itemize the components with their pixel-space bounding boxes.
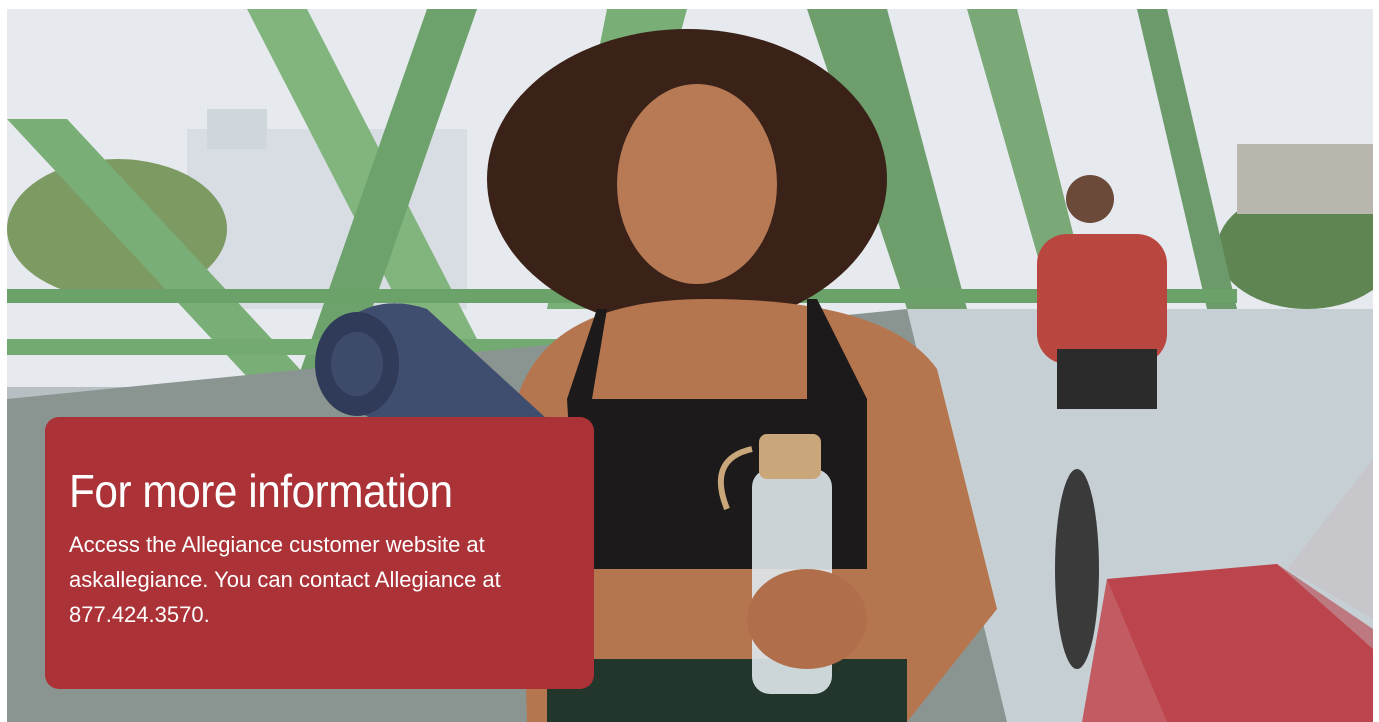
info-card-body: Access the Allegiance customer website a… xyxy=(69,532,501,627)
info-card-title: For more information xyxy=(69,465,453,517)
hero-photo: For more information Access the Allegian… xyxy=(7,9,1373,722)
info-card: For more information Access the Allegian… xyxy=(45,417,594,689)
